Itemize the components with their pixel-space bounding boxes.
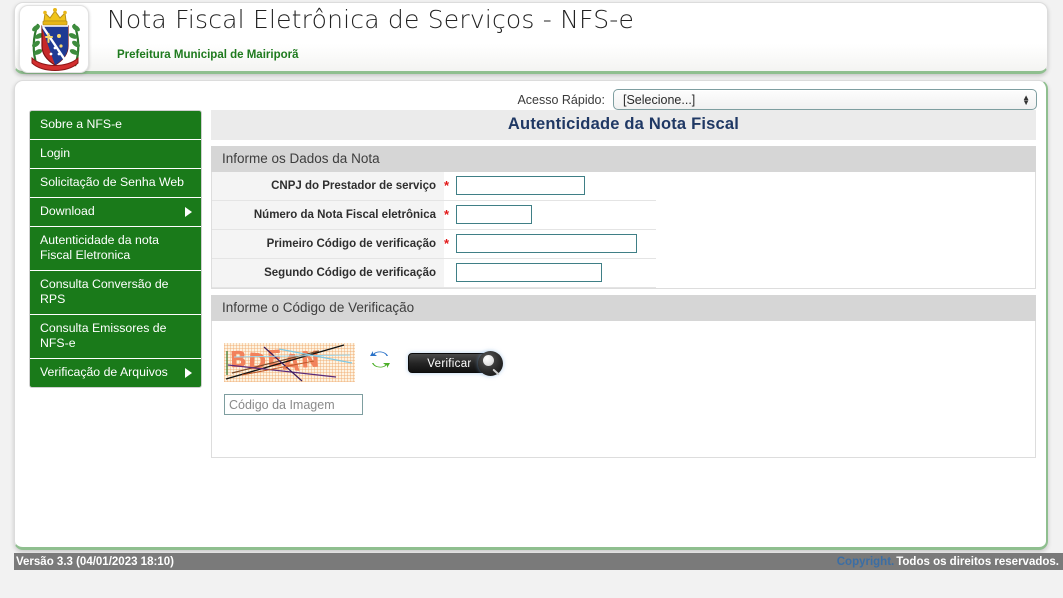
footer-copyright: Copyright. Todos os direitos reservados. [837, 556, 1059, 568]
chevron-right-icon [185, 207, 192, 217]
required-marker-cell: * [444, 200, 455, 230]
field-label: Segundo Código de verificação [212, 258, 444, 288]
municipality-name: Prefeitura Municipal de Mairiporã [117, 49, 299, 61]
sidebar-item-4[interactable]: Autenticidade da nota Fiscal Eletronica [30, 227, 201, 271]
captcha-image: BDEAN [224, 343, 355, 382]
sidebar-item-3[interactable]: Download [30, 198, 201, 227]
form-row: Número da Nota Fiscal eletrônica * [212, 200, 656, 230]
copyright-link[interactable]: Copyright. [837, 556, 895, 568]
chevron-right-icon [185, 368, 192, 378]
field-label: CNPJ do Prestador de serviço [212, 172, 444, 201]
sidebar-item-5[interactable]: Consulta Conversão de RPS [30, 271, 201, 315]
quick-access-selected-value: [Selecione...] [623, 92, 696, 107]
sidebar-item-label: Consulta Emissores de NFS-e [40, 321, 167, 350]
quick-access-select[interactable]: [Selecione...] ▲ ▼ [613, 89, 1037, 110]
sidebar-item-label: Consulta Conversão de RPS [40, 277, 169, 306]
sidebar-item-1[interactable]: Login [30, 140, 201, 169]
sidebar-menu: Sobre a NFS-e Login Solicitação de Senha W… [29, 110, 202, 388]
body-panel: Acesso Rápido: [Selecione...] ▲ ▼ Sobre a… [14, 80, 1048, 550]
coat-of-arms-icon [19, 5, 89, 73]
section-body-captcha: BDEAN Verificar Código da Imagem [211, 321, 1036, 458]
sidebar-item-6[interactable]: Consulta Emissores de NFS-e [30, 315, 201, 359]
sidebar-item-0[interactable]: Sobre a NFS-e [30, 111, 201, 140]
nota-form-table: CNPJ do Prestador de serviço * Número da N… [212, 172, 656, 288]
sidebar-item-label: Download [40, 204, 95, 218]
chevron-updown-icon: ▲ ▼ [1022, 92, 1030, 107]
captcha-area: BDEAN Verificar Código da Imagem [212, 321, 1035, 457]
form-row: Segundo Código de verificação [212, 258, 656, 288]
required-marker-cell: * [444, 172, 455, 201]
quick-access-row: Acesso Rápido: [Selecione...] ▲ ▼ [15, 89, 1046, 110]
sidebar-item-label: Sobre a NFS-e [40, 117, 123, 131]
field-label: Primeiro Código de verificação [212, 229, 444, 259]
verificar-button[interactable]: Verificar [407, 351, 503, 376]
header-panel: Nota Fiscal Eletrônica de Serviços - NFS… [14, 2, 1048, 74]
sidebar-item-2[interactable]: Solicitação de Senha Web [30, 169, 201, 198]
sidebar-item-7[interactable]: Verificação de Arquivos [30, 359, 201, 387]
required-asterisk: * [444, 178, 450, 193]
rights-text: Todos os direitos reservados. [896, 555, 1059, 568]
main-content: Autenticidade da Nota Fiscal Informe os … [211, 110, 1036, 458]
captcha-input[interactable] [224, 394, 363, 415]
input-field-3[interactable] [456, 263, 602, 282]
input-field-0[interactable] [456, 176, 585, 195]
section-body-dados: CNPJ do Prestador de serviço * Número da N… [211, 172, 1036, 289]
magnifier-icon [477, 351, 503, 376]
field-input-cell [455, 172, 656, 201]
field-input-cell [455, 200, 656, 230]
field-input-cell [455, 258, 656, 288]
version-text: Versão 3.3 (04/01/2023 18:10) [16, 555, 174, 568]
footer-bar: Versão 3.3 (04/01/2023 18:10) Copyright.… [14, 553, 1063, 570]
sidebar-item-label: Autenticidade da nota Fiscal Eletronica [40, 233, 159, 262]
sidebar-item-label: Verificação de Arquivos [40, 365, 168, 379]
required-asterisk: * [444, 236, 450, 251]
form-row: CNPJ do Prestador de serviço * [212, 172, 656, 201]
form-row: Primeiro Código de verificação * [212, 229, 656, 259]
page-root: Nota Fiscal Eletrônica de Serviços - NFS… [0, 0, 1063, 598]
section-header-dados: Informe os Dados da Nota [211, 146, 1036, 172]
required-marker-cell: * [444, 229, 455, 259]
input-field-2[interactable] [456, 234, 637, 253]
section-header-captcha: Informe o Código de Verificação [211, 295, 1036, 321]
field-label: Número da Nota Fiscal eletrônica [212, 200, 444, 230]
sidebar-item-label: Login [40, 146, 71, 160]
field-input-cell [455, 229, 656, 259]
refresh-icon[interactable] [369, 348, 391, 377]
input-field-1[interactable] [456, 205, 532, 224]
sidebar-item-label: Solicitação de Senha Web [40, 175, 185, 189]
content-page-title: Autenticidade da Nota Fiscal [211, 110, 1036, 140]
page-title: Nota Fiscal Eletrônica de Serviços - NFS… [107, 5, 635, 34]
required-marker-cell [444, 258, 455, 288]
required-asterisk: * [444, 207, 450, 222]
quick-access-label: Acesso Rápido: [517, 92, 605, 107]
